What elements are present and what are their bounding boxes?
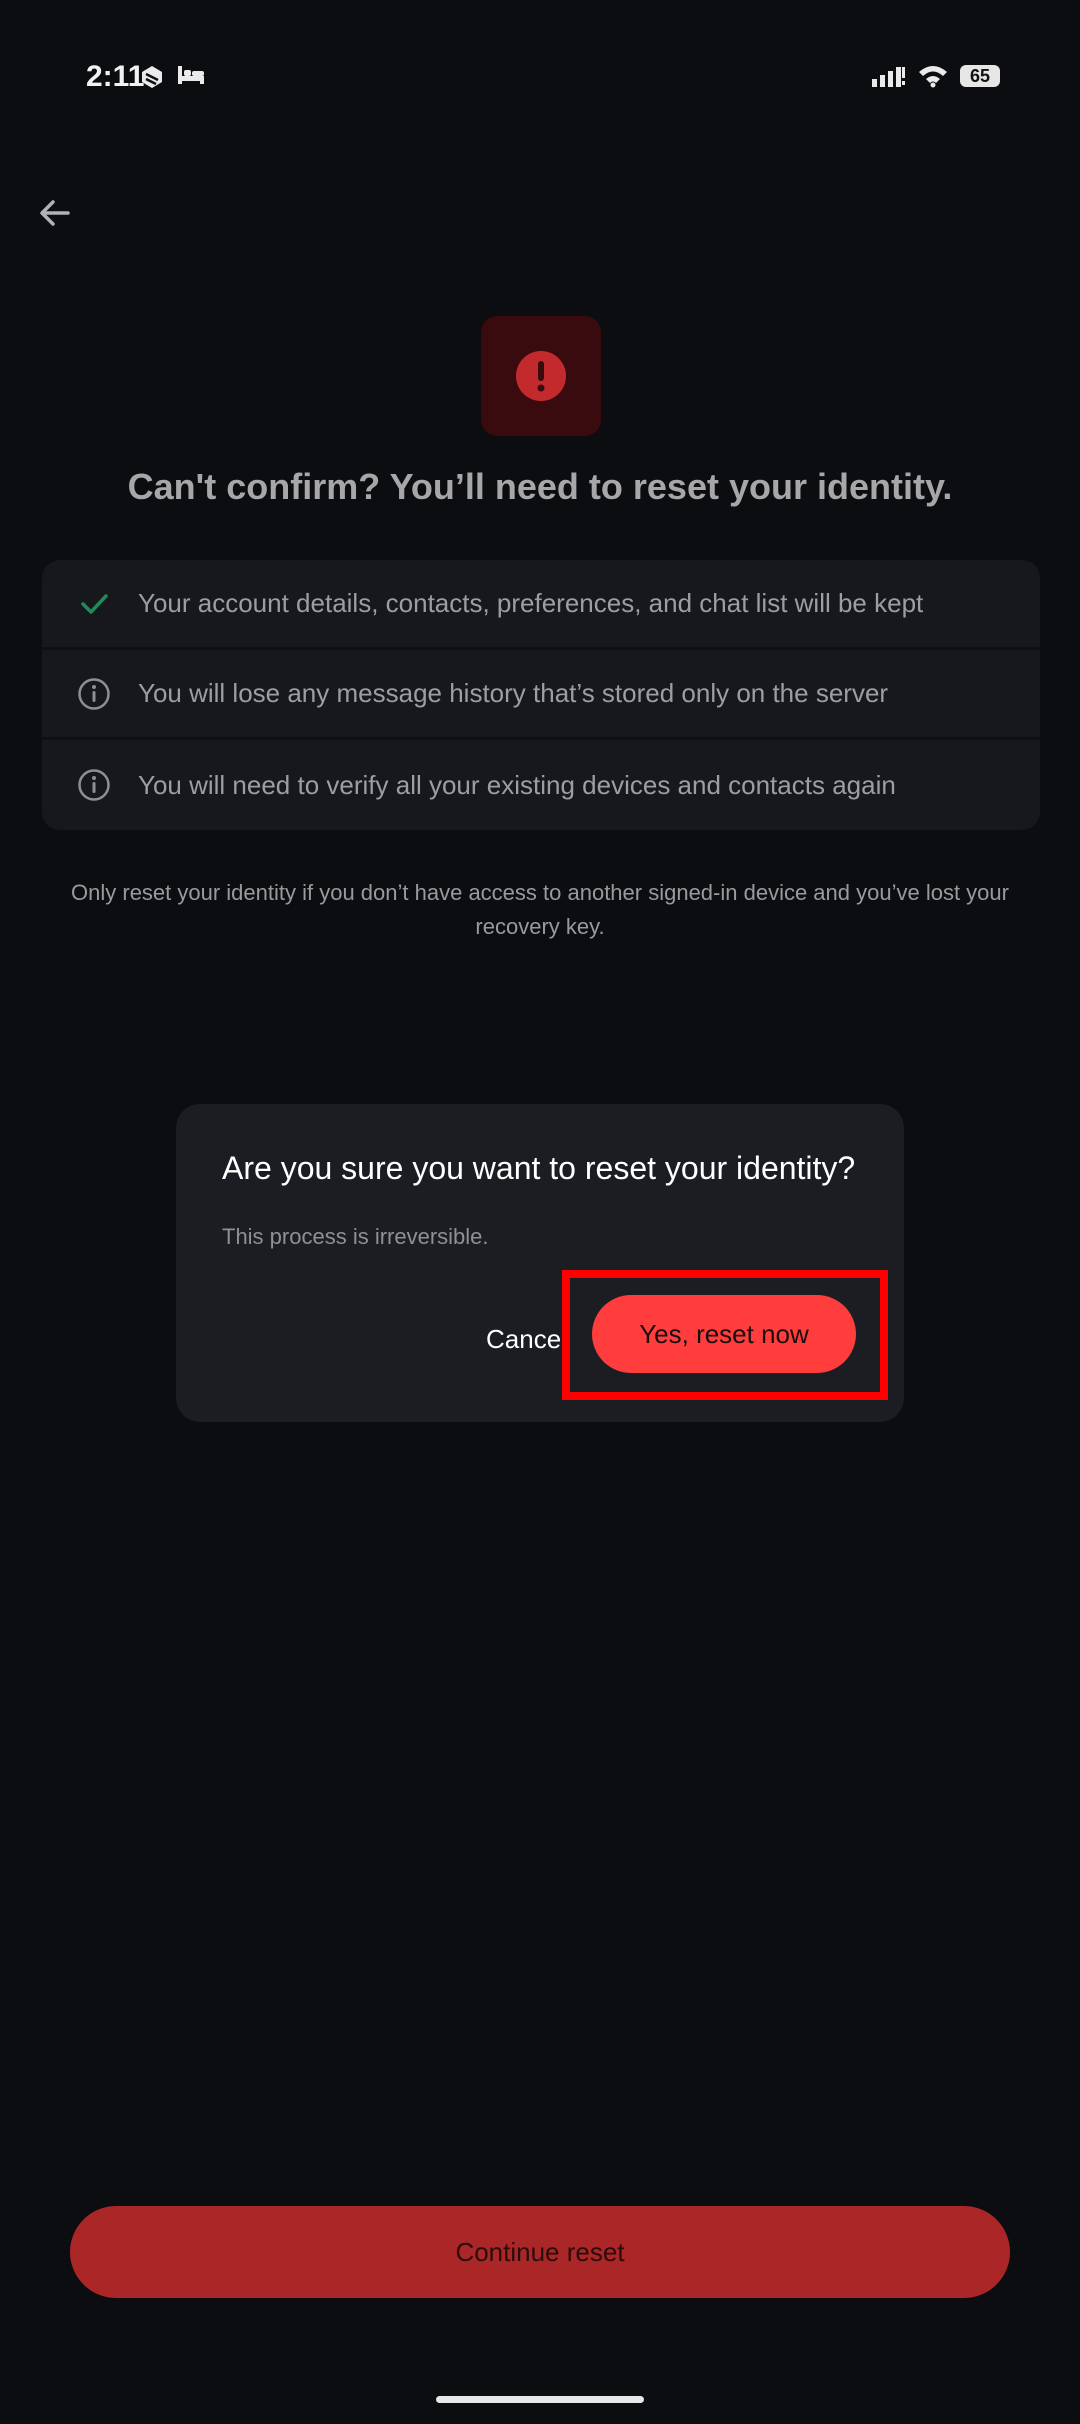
battery-level: 65 <box>969 65 991 86</box>
info-icon <box>76 767 112 803</box>
wifi-icon <box>919 66 947 88</box>
list-item-text: You will need to verify all your existin… <box>138 769 896 800</box>
status-time: 2:11 <box>86 60 145 93</box>
list-item-text: You will lose any message history that’s… <box>138 678 889 708</box>
info-list: Your account details, contacts, preferen… <box>42 560 1040 830</box>
home-indicator[interactable] <box>436 2396 644 2403</box>
back-button[interactable] <box>30 188 80 238</box>
help-text: Only reset your identity if you don’t ha… <box>71 880 1009 939</box>
dialog-body: This process is irreversible. <box>222 1224 489 1249</box>
warning-icon-tile <box>481 316 601 436</box>
continue-reset-button[interactable]: Continue reset <box>70 2206 1010 2298</box>
check-icon <box>76 586 112 622</box>
page-title: Can't confirm? You’ll need to reset your… <box>127 466 953 507</box>
exclamation-circle-icon <box>516 351 566 401</box>
list-item: Your account details, contacts, preferen… <box>42 560 1040 650</box>
list-item-text: Your account details, contacts, preferen… <box>138 588 924 618</box>
status-right-icons: 65 <box>872 60 1000 92</box>
info-icon <box>76 676 112 712</box>
battery-indicator: 65 <box>960 65 1000 87</box>
notification-app-icon <box>142 66 162 88</box>
highlight-box <box>562 1270 888 1400</box>
list-item: You will need to verify all your existin… <box>42 740 1040 830</box>
status-bar: 2:11 65 <box>0 0 1080 150</box>
list-item: You will lose any message history that’s… <box>42 650 1040 740</box>
signal-icon <box>872 67 905 87</box>
bed-icon <box>178 66 204 84</box>
dialog-title: Are you sure you want to reset your iden… <box>222 1150 856 1186</box>
arrow-left-icon <box>40 200 70 226</box>
